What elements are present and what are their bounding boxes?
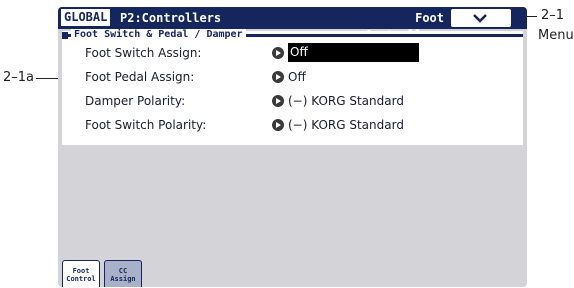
param-label: Damper Polarity: (85, 94, 186, 108)
arrow-right-icon[interactable] (272, 71, 284, 83)
arrow-right-icon[interactable] (272, 47, 284, 59)
tab-label-line2: Assign (110, 275, 136, 283)
param-value[interactable]: (−) KORG Standard (288, 92, 404, 110)
page-title: P2:Controllers (120, 11, 222, 25)
param-row-foot-pedal-assign: Foot Pedal Assign: Off (62, 68, 523, 86)
menu-callout-number: 2–1 (541, 8, 565, 23)
tab-cc-assign[interactable]: CC Assign (104, 260, 142, 287)
param-value[interactable]: (−) KORG Standard (288, 116, 404, 134)
param-label: Foot Switch Assign: (85, 46, 202, 60)
arrow-right-icon[interactable] (272, 95, 284, 107)
param-row-foot-switch-assign: Foot Switch Assign: Off (62, 43, 523, 62)
pedal-callout-label: 2–1a (3, 70, 35, 85)
param-value[interactable]: Off (288, 68, 306, 86)
arrow-right-icon[interactable] (272, 119, 284, 131)
param-value-selected[interactable]: Off (288, 43, 419, 62)
page-menu-button[interactable] (451, 9, 511, 27)
param-row-damper-polarity: Damper Polarity: (−) KORG Standard (62, 92, 523, 110)
param-row-foot-switch-polarity: Foot Switch Polarity: (−) KORG Standard (62, 116, 523, 134)
chevron-down-icon (473, 14, 487, 23)
section-header: Foot Switch & Pedal / Damper (62, 29, 523, 41)
section-title: Foot Switch & Pedal / Damper (71, 29, 246, 41)
parameter-area: Foot Switch & Pedal / Damper Foot Switch… (62, 29, 523, 145)
tab-foot-control[interactable]: Foot Control (62, 260, 100, 287)
mode-title: GLOBAL (61, 9, 111, 26)
controllers-panel: GLOBAL P2:Controllers Foot Controllers F… (58, 7, 527, 287)
tab-label-line2: Control (66, 275, 96, 283)
param-label: Foot Switch Polarity: (85, 118, 207, 132)
param-label: Foot Pedal Assign: (85, 70, 195, 84)
tab-label-line1: Foot (72, 267, 90, 275)
title-bar: GLOBAL P2:Controllers Foot Controllers (58, 7, 527, 42)
tab-label-line1: CC (118, 267, 128, 275)
menu-callout-label: Menu (538, 28, 574, 43)
